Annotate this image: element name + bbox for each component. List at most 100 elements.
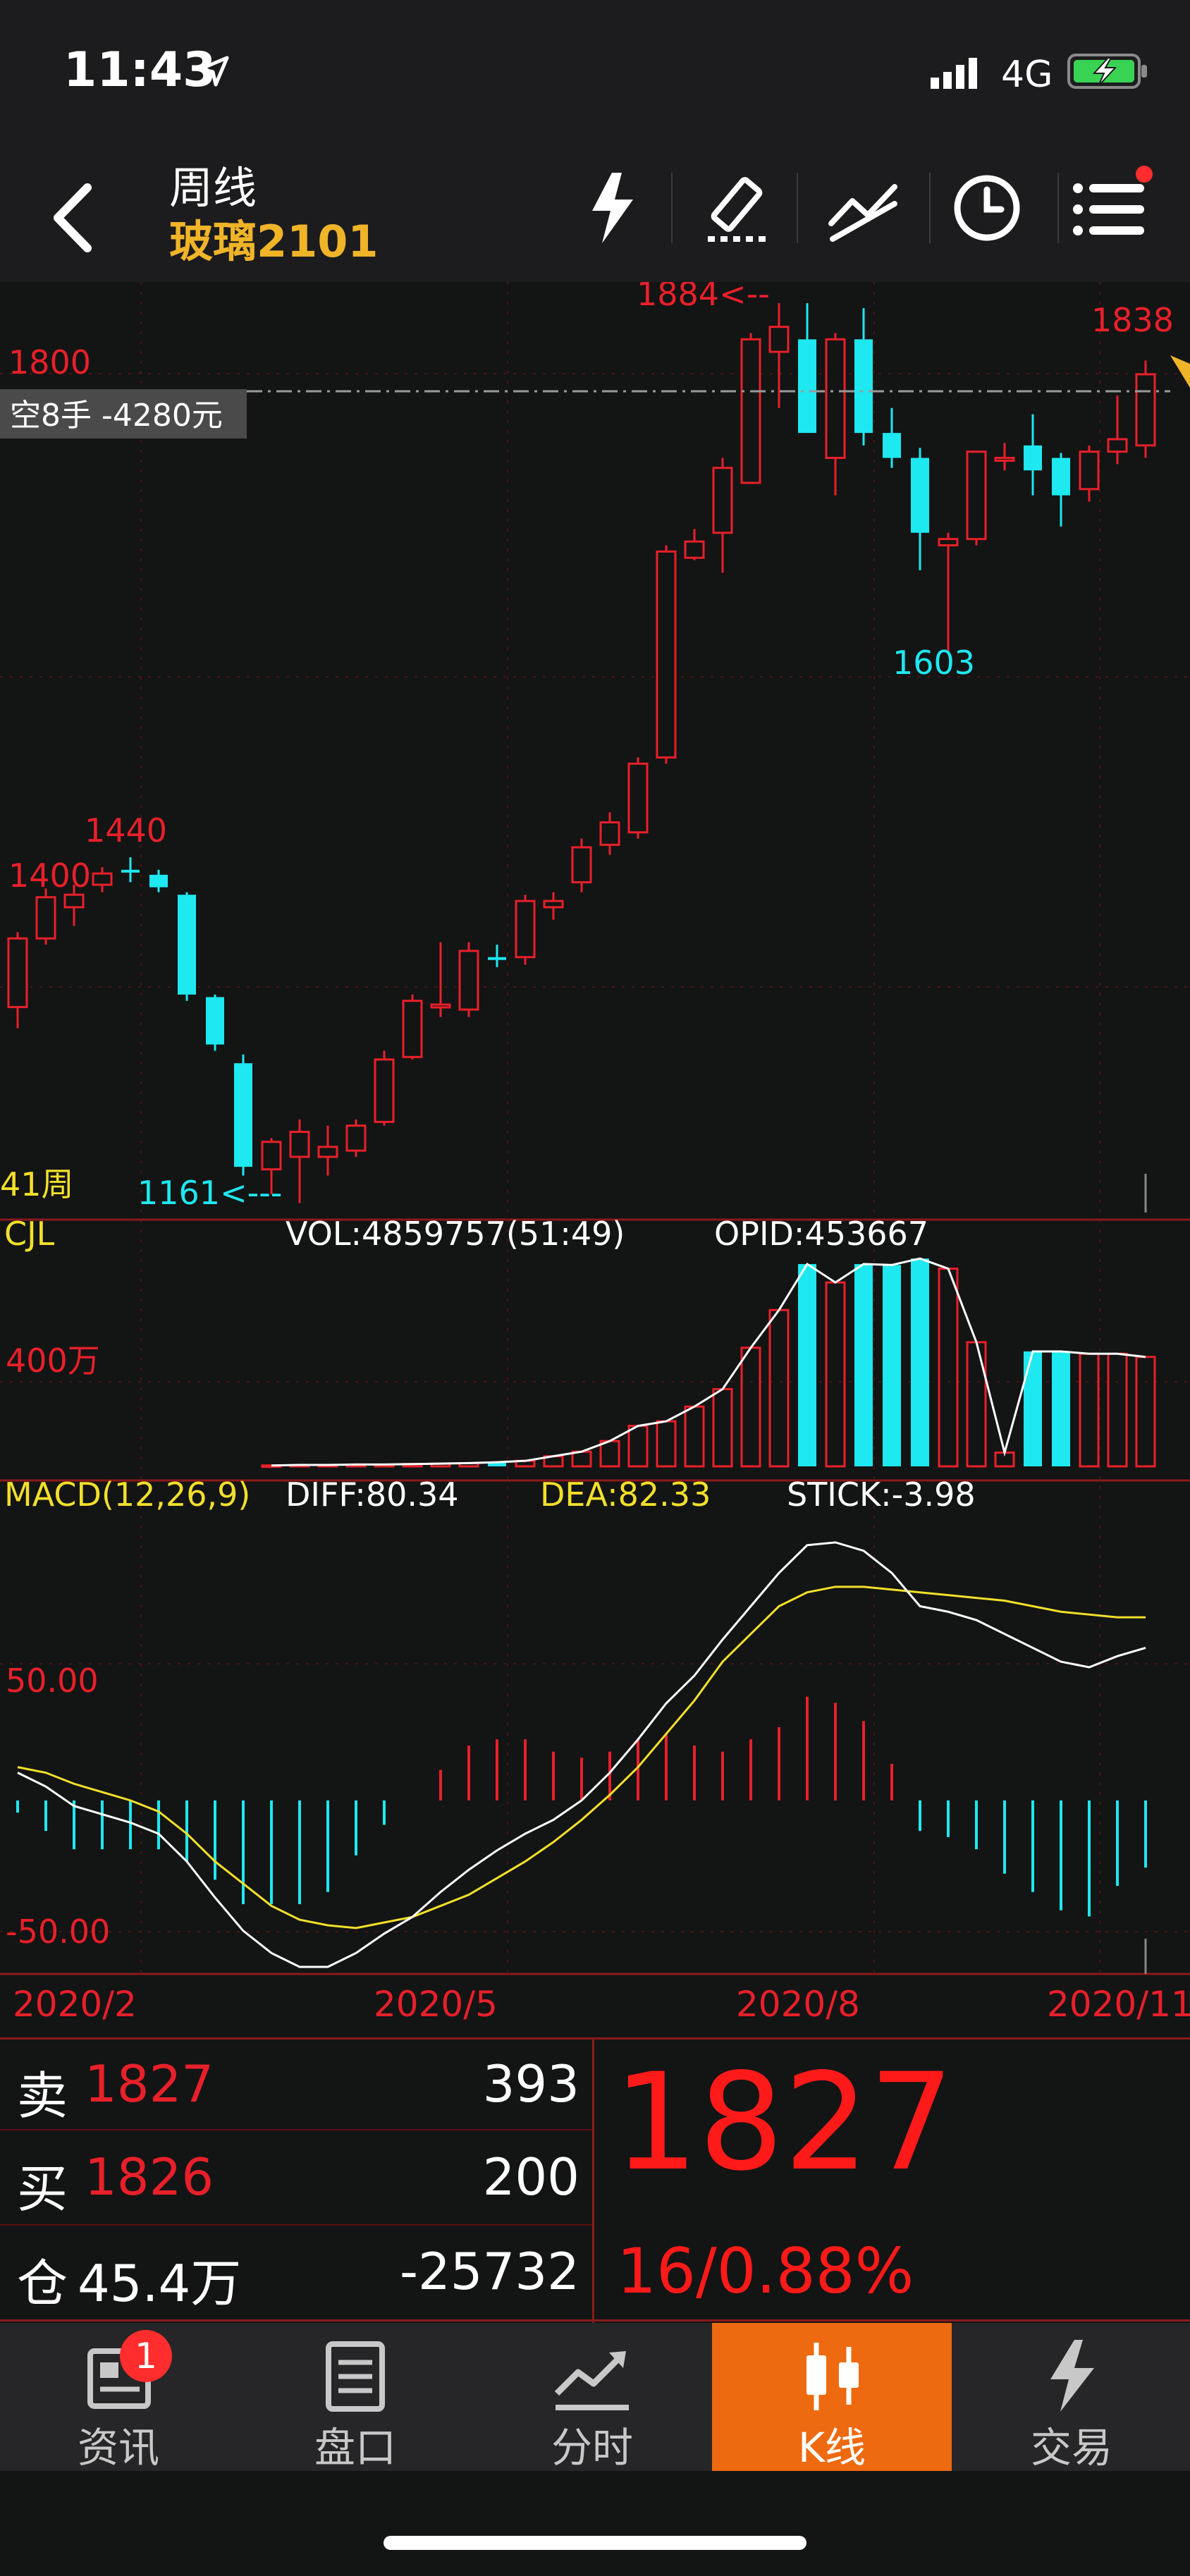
candle-body: [911, 458, 929, 533]
home-indicator-area: [0, 2471, 1190, 2576]
kline-chart[interactable]: 1884<-- 1838 1800 1400 1440 1161<--- 160…: [0, 282, 1190, 2037]
position-arrow-icon: [1170, 355, 1190, 388]
position-tag: 空8手 -4280元: [10, 398, 223, 434]
macd-axis-bottom: -50.00: [6, 1913, 110, 1951]
candle-body: [149, 874, 168, 888]
x-label-feb: 2020/2: [13, 1984, 137, 2025]
volume-bar: [966, 1341, 987, 1468]
bid-price[interactable]: 1826: [85, 2147, 214, 2207]
location-arrow-icon: [198, 56, 229, 87]
candle-body: [712, 467, 733, 534]
open-interest-change: -25732: [399, 2242, 579, 2301]
last-price: 1827: [613, 2044, 955, 2200]
back-icon[interactable]: [42, 179, 99, 257]
macd-indicator-name[interactable]: MACD(12,26,9): [4, 1476, 250, 1514]
menu-icon[interactable]: [1068, 166, 1153, 250]
candle-body: [768, 326, 790, 353]
line-tool-icon[interactable]: [821, 166, 906, 250]
open-interest-value: OPID:453667: [714, 1215, 928, 1253]
bid-quantity: 200: [482, 2147, 579, 2207]
candle-body: [684, 540, 705, 559]
volume-bar: [1079, 1352, 1100, 1468]
ask-quantity: 393: [482, 2054, 579, 2114]
candle-body: [938, 538, 959, 546]
ask-price[interactable]: 1827: [85, 2054, 214, 2114]
candle-body: [966, 450, 987, 541]
last-high-label: 1838: [1091, 301, 1174, 339]
tab-label: 资讯: [77, 2424, 159, 2472]
candle-body: [543, 900, 564, 909]
orderbook-icon: [326, 2341, 385, 2412]
volume-axis-label: 400万: [6, 1342, 100, 1380]
mid-low-label: 1603: [892, 644, 975, 682]
draw-pen-icon[interactable]: [698, 166, 783, 250]
contract-name[interactable]: 玻璃2101: [169, 206, 379, 269]
tab-orderbook[interactable]: 盘口: [237, 2323, 474, 2472]
candle-body: [261, 1141, 282, 1171]
flash-icon[interactable]: [571, 166, 656, 250]
candle-body: [854, 339, 873, 434]
status-bar: 11:43 4G: [0, 0, 1190, 148]
candle-body: [656, 550, 677, 759]
macd-diff-value: DIFF:80.34: [286, 1476, 459, 1514]
header-separator: [929, 173, 931, 243]
volume-bar: [883, 1265, 901, 1466]
candle-body: [7, 937, 28, 1009]
signal-icon: [931, 58, 977, 89]
battery-charging-icon: [1067, 54, 1147, 89]
network-type: 4G: [1001, 54, 1053, 96]
volume-bar: [571, 1450, 592, 1468]
candle-body: [206, 997, 224, 1045]
candle-body: [289, 1131, 310, 1158]
volume-bar: [854, 1264, 873, 1466]
candle-body: [374, 1058, 395, 1123]
header-separator: [671, 173, 673, 243]
candle-body: [1079, 450, 1100, 491]
tab-intraday[interactable]: 分时: [474, 2323, 711, 2472]
tab-news[interactable]: 1 资讯: [0, 2323, 237, 2472]
tab-trade[interactable]: 交易: [953, 2323, 1190, 2472]
home-indicator[interactable]: [384, 2536, 806, 2550]
x-label-aug: 2020/8: [736, 1984, 860, 2025]
candle-body: [458, 950, 479, 1011]
candle-body: [1024, 445, 1042, 471]
macd-dea-value: DEA:82.33: [540, 1476, 711, 1514]
volume-bar: [768, 1308, 790, 1468]
notification-dot: [1136, 166, 1153, 183]
candle-body: [571, 846, 592, 883]
volume-bar: [1107, 1352, 1128, 1468]
clock-time: 11:43: [63, 42, 216, 98]
macd-axis-top: 50.00: [6, 1662, 99, 1700]
tab-label: 分时: [551, 2424, 633, 2472]
price-change: 16/0.88%: [617, 2235, 914, 2307]
x-label-may: 2020/5: [374, 1984, 498, 2025]
tab-label: K线: [797, 2424, 866, 2472]
candle-body: [515, 900, 536, 959]
volume-bar: [684, 1405, 705, 1468]
x-label-nov: 2020/11: [1047, 1984, 1190, 2025]
candle-body: [994, 457, 1015, 462]
volume-indicator-name[interactable]: CJL: [4, 1215, 55, 1253]
candle-body: [430, 1003, 451, 1009]
candle-body: [402, 1000, 423, 1058]
candle-body: [1107, 438, 1128, 453]
volume-bar: [1052, 1351, 1070, 1466]
clock-icon[interactable]: [945, 166, 1029, 250]
low-marker-label: 1161<---: [137, 1174, 282, 1212]
tab-label: 交易: [1030, 2424, 1112, 2472]
volume-bar: [1024, 1351, 1042, 1466]
candle-body: [121, 869, 140, 873]
volume-bar: [712, 1387, 733, 1468]
volume-value: VOL:4859757(51:49): [286, 1215, 625, 1253]
volume-bar: [938, 1268, 959, 1468]
candle-body: [234, 1063, 252, 1167]
volume-bar: [599, 1440, 620, 1468]
period-count: 41周: [0, 1165, 74, 1203]
volume-bar: [740, 1347, 761, 1468]
high-marker-label: 1884<--: [637, 282, 770, 313]
intraday-icon: [554, 2351, 629, 2410]
candle-body: [798, 339, 816, 434]
volume-avg-line: [271, 1257, 1146, 1467]
tab-kline[interactable]: K线: [712, 2323, 952, 2472]
price-level-1800: 1800: [8, 343, 91, 381]
